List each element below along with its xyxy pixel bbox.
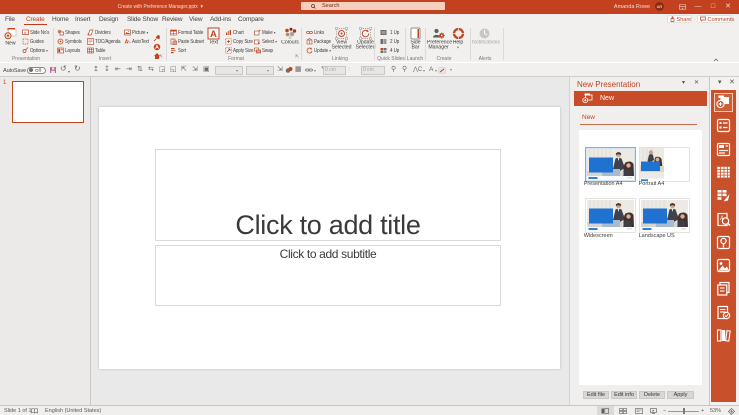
svg-text:A: A xyxy=(720,216,724,222)
svg-text:A: A xyxy=(210,29,217,40)
